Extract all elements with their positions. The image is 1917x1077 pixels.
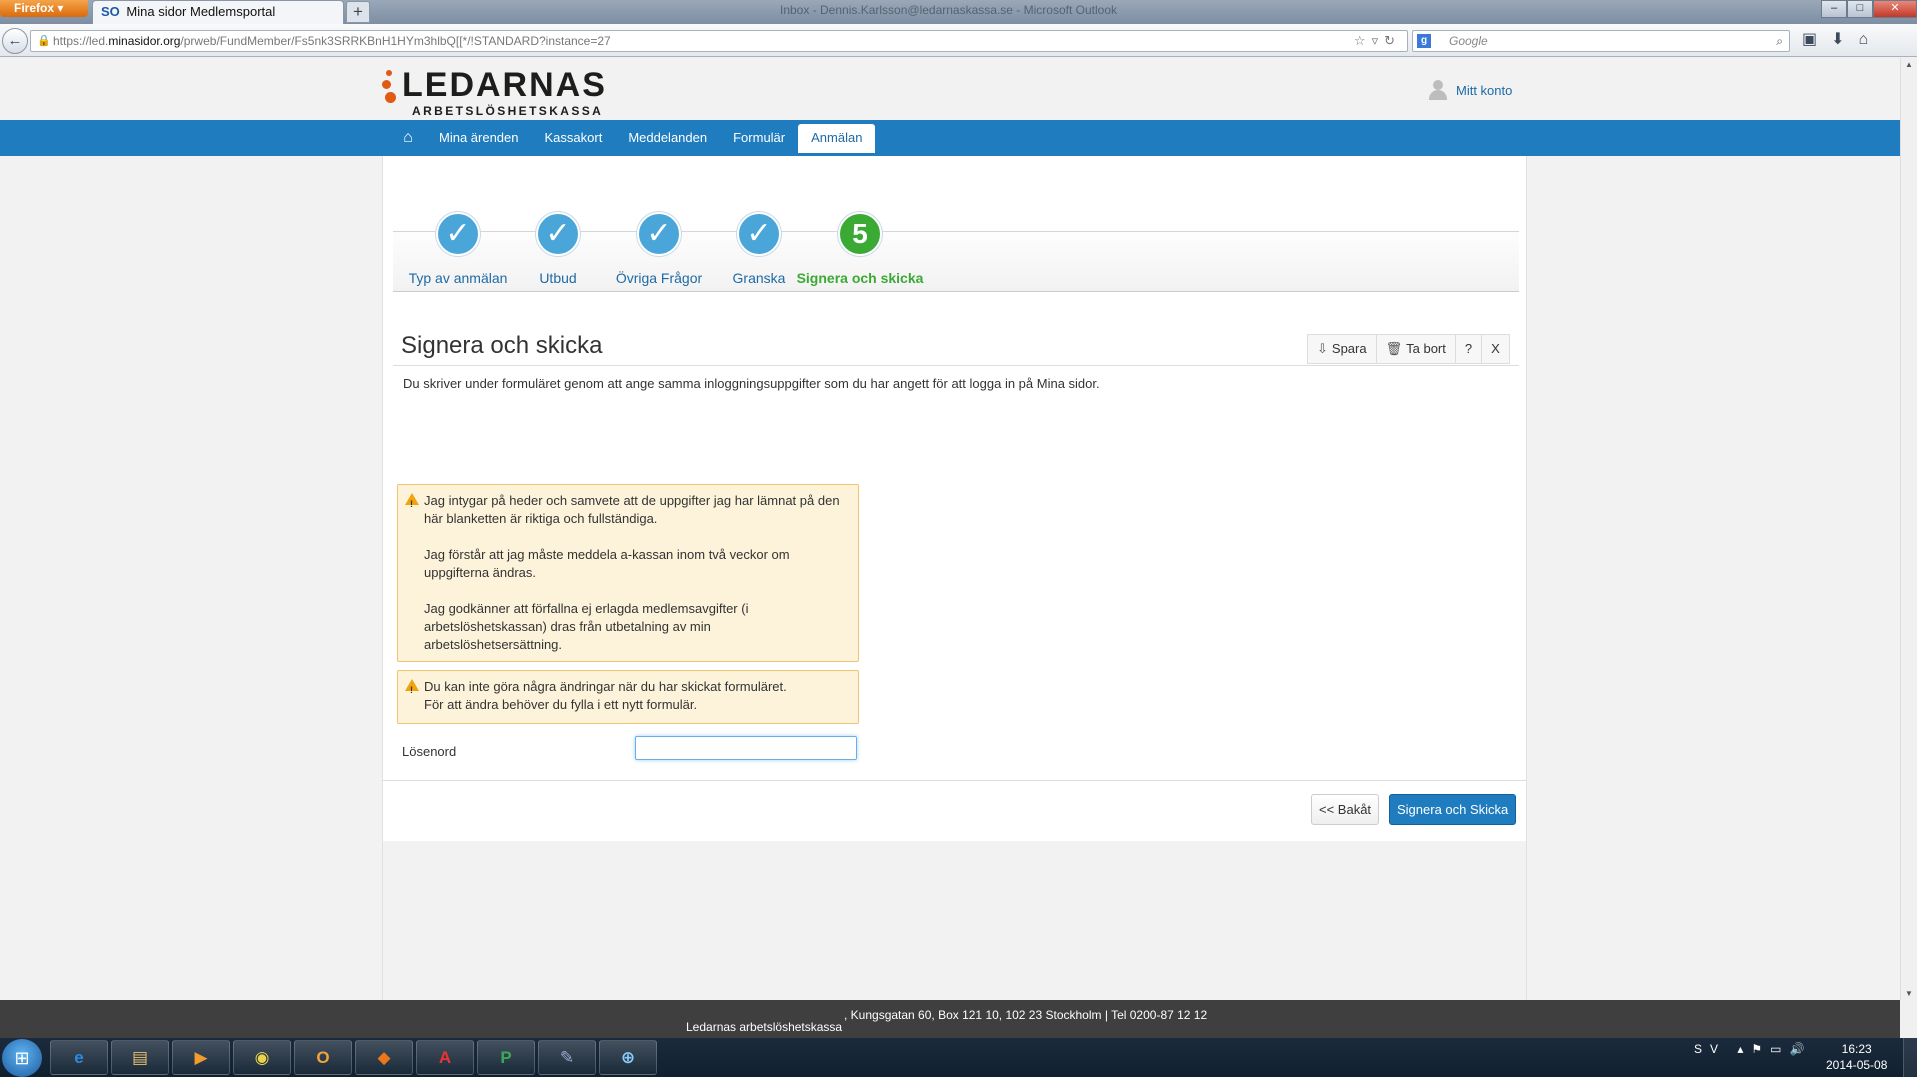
web-page: LEDARNAS ARBETSLÖSHETSKASSA Mitt konto ⌂… <box>0 58 1900 1038</box>
show-desktop-button[interactable] <box>1903 1038 1917 1077</box>
clock-time: 16:23 <box>1841 1042 1872 1056</box>
nav-item-anmalan[interactable]: Anmälan <box>798 124 876 153</box>
site-favicon-icon: SO <box>101 4 120 19</box>
form-actions: ⇩ Spara 🗑 Ta bort ? X <box>1307 334 1510 364</box>
logo-name: LEDARNAS <box>402 66 607 104</box>
declaration-fees: Jag godkänner att förfallna ej erlagda m… <box>424 601 749 652</box>
sign-and-send-button[interactable]: Signera och Skicka <box>1389 794 1517 825</box>
declaration-honor: Jag intygar på heder och samvete att de … <box>424 493 840 526</box>
nav-item-kassakort[interactable]: Kassakort <box>532 120 616 156</box>
main-navigation: ⌂ Mina ärenden Kassakort Meddelanden For… <box>0 120 1900 156</box>
new-tab-button[interactable]: + <box>346 1 370 23</box>
step-signera-och-skicka[interactable]: 5 Signera och skicka <box>790 212 930 286</box>
footer-org: Ledarnas arbetslöshetskassa <box>686 1020 843 1034</box>
url-host: minasidor.org <box>108 34 181 48</box>
account-link[interactable]: Mitt konto <box>1428 80 1512 100</box>
internet-explorer-icon[interactable]: e <box>50 1040 108 1075</box>
clock[interactable]: 16:23 2014-05-08 <box>1826 1041 1887 1073</box>
back-arrow-icon[interactable]: ← <box>2 28 28 54</box>
help-button[interactable]: ? <box>1456 335 1483 363</box>
home-icon[interactable]: ⌂ <box>390 120 426 156</box>
warning-icon: ! <box>405 493 419 509</box>
warning-line: Du kan inte göra några ändringar när du … <box>424 679 787 694</box>
close-button[interactable]: X <box>1482 335 1509 363</box>
warning-line: För att ändra behöver du fylla i ett nyt… <box>424 697 698 712</box>
browser-tab[interactable]: SO Mina sidor Medlemsportal <box>92 0 344 24</box>
close-window-button[interactable]: ✕ <box>1873 0 1917 18</box>
language-indicator[interactable]: SV <box>1694 1042 1726 1056</box>
window-title: Inbox - Dennis.Karlsson@ledarnaskassa.se… <box>780 3 1117 17</box>
site-header: LEDARNAS ARBETSLÖSHETSKASSA Mitt konto <box>0 58 1900 120</box>
nav-item-mina-arenden[interactable]: Mina ärenden <box>426 120 532 156</box>
step-label: Signera och skicka <box>796 270 924 286</box>
intro-text: Du skriver under formuläret genom att an… <box>403 376 1100 391</box>
paint-icon[interactable]: ✎ <box>538 1040 596 1075</box>
search-placeholder: Google <box>1449 34 1488 48</box>
no-changes-warning: ! Du kan inte göra några ändringar när d… <box>397 670 859 724</box>
browser-navbar: ← 🔒 https://led.minasidor.org/prweb/Fund… <box>0 24 1917 57</box>
clock-date: 2014-05-08 <box>1826 1058 1888 1072</box>
chrome-icon[interactable]: ◉ <box>233 1040 291 1075</box>
trash-icon: 🗑 <box>1385 341 1403 356</box>
globe-app-icon[interactable]: ⊕ <box>599 1040 657 1075</box>
nav-item-meddelanden[interactable]: Meddelanden <box>615 120 720 156</box>
page-title: Signera och skicka <box>401 332 603 359</box>
checkmark-icon: ✓ <box>737 212 781 256</box>
adobe-reader-icon[interactable]: A <box>416 1040 474 1075</box>
system-tray[interactable]: SV ▴⚑▭🔊 <box>1694 1042 1812 1056</box>
save-icon: ⇩ <box>1317 341 1328 356</box>
checkmark-icon: ✓ <box>436 212 480 256</box>
user-icon <box>1428 80 1448 100</box>
lock-icon: 🔒 <box>37 35 51 47</box>
tab-title: Mina sidor Medlemsportal <box>126 4 276 19</box>
page-scrollbar[interactable]: ▲ ▼ <box>1900 58 1917 1000</box>
checkmark-icon: ✓ <box>536 212 580 256</box>
bookmark-star-icon[interactable]: ☆▿↻ <box>1354 31 1401 51</box>
declaration-notify: Jag förstår att jag måste meddela a-kass… <box>424 547 790 580</box>
url-prefix: https://led. <box>53 34 109 48</box>
start-button[interactable]: ⊞ <box>2 1039 42 1077</box>
password-label: Lösenord <box>402 744 457 759</box>
magnifier-icon[interactable]: ⌕ <box>1776 31 1783 51</box>
address-bar[interactable]: 🔒 https://led.minasidor.org/prweb/FundMe… <box>30 30 1408 52</box>
firefox-menu-button[interactable]: Firefox ▾ <box>0 0 88 17</box>
declaration-warning: ! Jag intygar på heder och samvete att d… <box>397 484 859 662</box>
maximize-button[interactable]: □ <box>1847 0 1873 18</box>
password-field[interactable] <box>635 736 857 760</box>
back-button[interactable]: << Bakåt <box>1311 794 1380 825</box>
logo-subtitle: ARBETSLÖSHETSKASSA <box>412 104 604 118</box>
browser-titlebar: Firefox ▾ SO Mina sidor Medlemsportal + … <box>0 0 1917 24</box>
ledarnas-logo[interactable]: LEDARNAS ARBETSLÖSHETSKASSA <box>382 68 622 118</box>
save-button[interactable]: ⇩ Spara <box>1308 335 1377 363</box>
scroll-up-icon[interactable]: ▲ <box>1905 60 1913 69</box>
outlook-icon[interactable]: O <box>294 1040 352 1075</box>
site-footer: Ledarnas arbetslöshetskassa , Kungsgatan… <box>0 1000 1900 1038</box>
url-path: /prweb/FundMember/Fs5nk3SRRKBnH1HYm3hlbQ… <box>180 34 611 48</box>
content-container: ✓ Typ av anmälan ✓ Utbud ✓ Övriga Frågor… <box>382 156 1527 1000</box>
media-player-icon[interactable]: ▶ <box>172 1040 230 1075</box>
window-controls: – □ ✕ <box>1821 0 1917 18</box>
progress-steps: ✓ Typ av anmälan ✓ Utbud ✓ Övriga Frågor… <box>393 174 1519 292</box>
footer-address: , Kungsgatan 60, Box 121 10, 102 23 Stoc… <box>844 1008 1208 1022</box>
firefox-icon[interactable]: ◆ <box>355 1040 413 1075</box>
divider <box>393 365 1519 366</box>
minimize-button[interactable]: – <box>1821 0 1847 18</box>
step-number: 5 <box>838 212 882 256</box>
search-input[interactable]: g Google ⌕ <box>1412 30 1790 52</box>
delete-button[interactable]: 🗑 Ta bort <box>1377 335 1456 363</box>
container-bottom <box>383 841 1526 1000</box>
windows-taskbar: ⊞ e ▤ ▶ ◉ O ◆ A P ✎ ⊕ SV ▴⚑▭🔊 16:23 2014… <box>0 1038 1917 1077</box>
file-explorer-icon[interactable]: ▤ <box>111 1040 169 1075</box>
scroll-down-icon[interactable]: ▼ <box>1905 989 1913 998</box>
nav-item-formular[interactable]: Formulär <box>720 120 798 156</box>
publisher-icon[interactable]: P <box>477 1040 535 1075</box>
checkmark-icon: ✓ <box>637 212 681 256</box>
divider <box>383 780 1526 781</box>
account-label: Mitt konto <box>1456 82 1513 98</box>
google-icon: g <box>1417 34 1431 48</box>
warning-icon: ! <box>405 679 419 695</box>
toolbar-icons[interactable]: ▣⬇⌂ <box>1802 29 1882 49</box>
